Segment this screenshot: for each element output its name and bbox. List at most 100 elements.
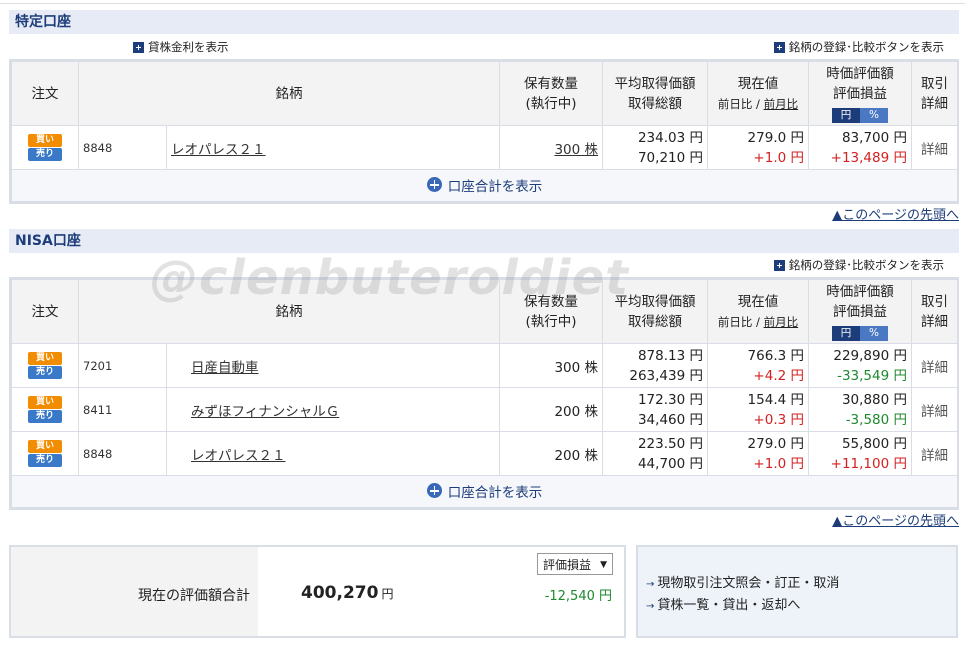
table-row: 買い 売り 8848 レオパレス２１ 200 株 223.50 円 44,700 … xyxy=(11,431,958,476)
plus-icon xyxy=(773,41,785,53)
order-cell: 買い 売り xyxy=(11,343,79,388)
unit-yen-button[interactable]: 円 xyxy=(832,325,860,341)
show-account-total-button[interactable]: 口座合計を表示 xyxy=(426,481,542,501)
shares-value: 200 株 xyxy=(499,387,603,432)
detail-link[interactable]: 詳細 xyxy=(911,343,958,388)
stock-code: 8848 xyxy=(78,431,167,476)
unit-yen-button[interactable]: 円 xyxy=(832,107,860,123)
unit-percent-button[interactable]: % xyxy=(860,107,888,123)
detail-link[interactable]: 詳細 xyxy=(911,431,958,476)
buy-button[interactable]: 買い xyxy=(28,134,62,147)
holdings-table-tokutei: 注文 銘柄 保有数量 (執行中) 平均取得価額 取得総額 現在値 前日比 / 前月比… xyxy=(9,59,959,204)
holdings-table-nisa: 注文 銘柄 保有数量 (執行中) 平均取得価額 取得総額 現在値 前日比 / 前月比… xyxy=(9,277,959,510)
buy-button[interactable]: 買い xyxy=(28,352,62,365)
unit-percent-button[interactable]: % xyxy=(860,325,888,341)
price-cell: 279.0 円 +1.0 円 xyxy=(707,431,809,476)
arrow-right-icon: → xyxy=(646,579,655,590)
order-inquiry-link[interactable]: → 現物取引注文照会・訂正・取消 xyxy=(646,573,956,595)
pl-select[interactable]: 評価損益 ▼ xyxy=(537,553,613,575)
header-avg-price: 平均取得価額 取得総額 xyxy=(602,61,708,126)
header-name: 銘柄 xyxy=(78,61,500,126)
buy-button[interactable]: 買い xyxy=(28,396,62,409)
stock-name-link[interactable]: みずほフィナンシャルＧ xyxy=(191,404,339,420)
header-detail: 取引 詳細 xyxy=(911,61,958,126)
sell-button[interactable]: 売り xyxy=(28,410,62,423)
stock-name-cell: レオパレス２１ xyxy=(166,431,500,476)
table-row: 買い 売り 8411 みずほフィナンシャルＧ 200 株 172.30 円 34,… xyxy=(11,387,958,432)
shares-link[interactable]: 300 株 xyxy=(499,125,603,170)
market-value-cell: 55,800 円 +11,100 円 xyxy=(808,431,912,476)
show-account-total-button[interactable]: 口座合計を表示 xyxy=(426,175,542,195)
avg-price-cell: 234.03 円 70,210 円 xyxy=(602,125,708,170)
avg-price-cell: 172.30 円 34,460 円 xyxy=(602,387,708,432)
quick-links-box: → 現物取引注文照会・訂正・取消 → 貸株一覧・貸出・返却へ xyxy=(636,545,958,638)
section-title-nisa: NISA口座 xyxy=(9,229,959,253)
section-title-tokutei: 特定口座 xyxy=(9,10,959,34)
stock-name-cell: 日産自動車 xyxy=(166,343,500,388)
header-market-value: 時価評価額 評価損益 円% xyxy=(808,61,912,126)
page-top-link[interactable]: ▲このページの先頭へ xyxy=(832,510,959,529)
header-avg-price: 平均取得価額 取得総額 xyxy=(602,279,708,344)
plus-icon xyxy=(133,41,144,53)
toggle-compare-buttons[interactable]: 銘柄の登録･比較ボタンを表示 xyxy=(773,39,944,55)
header-shares: 保有数量 (執行中) xyxy=(499,61,603,126)
market-value-cell: 83,700 円 +13,489 円 xyxy=(808,125,912,170)
shares-value: 200 株 xyxy=(499,431,603,476)
unit-toggle[interactable]: 円% xyxy=(832,325,888,341)
header-order: 注文 xyxy=(11,279,79,344)
order-cell: 買い 売り xyxy=(11,431,79,476)
header-market-value: 時価評価額 評価損益 円% xyxy=(808,279,912,344)
header-order: 注文 xyxy=(11,61,79,126)
total-value: 400,270 円 xyxy=(301,583,394,603)
market-value-cell: 30,880 円 -3,580 円 xyxy=(808,387,912,432)
arrow-right-icon: → xyxy=(646,601,655,612)
avg-price-cell: 878.13 円 263,439 円 xyxy=(602,343,708,388)
order-cell: 買い 売り xyxy=(11,387,79,432)
total-pl: -12,540 円 xyxy=(544,589,612,604)
stock-name-link[interactable]: レオパレス２１ xyxy=(171,142,266,158)
month-change-link[interactable]: 前月比 xyxy=(764,315,799,329)
plus-circle-icon xyxy=(426,483,442,499)
avg-price-cell: 223.50 円 44,700 円 xyxy=(602,431,708,476)
sell-button[interactable]: 売り xyxy=(28,454,62,467)
header-price: 現在値 前日比 / 前月比 xyxy=(707,61,809,126)
stock-name-link[interactable]: レオパレス２１ xyxy=(191,448,286,464)
market-value-cell: 229,890 円 -33,549 円 xyxy=(808,343,912,388)
dropdown-arrow-icon: ▼ xyxy=(600,560,607,570)
month-change-link[interactable]: 前月比 xyxy=(764,97,799,111)
toggle-compare-buttons[interactable]: 銘柄の登録･比較ボタンを表示 xyxy=(773,257,944,273)
stock-code: 8411 xyxy=(78,387,167,432)
plus-icon xyxy=(773,259,785,271)
stock-name-link[interactable]: 日産自動車 xyxy=(191,360,259,376)
stock-name-cell: みずほフィナンシャルＧ xyxy=(166,387,500,432)
total-valuation-box: 現在の評価額合計 400,270 円 評価損益 ▼ -12,540 円 xyxy=(9,545,626,638)
top-divider xyxy=(0,3,965,4)
table-row: 買い 売り 8848 レオパレス２１ 300 株 234.03 円 70,210 … xyxy=(11,125,958,170)
stock-code: 7201 xyxy=(78,343,167,388)
detail-link[interactable]: 詳細 xyxy=(911,125,958,170)
toggle-lending-rate[interactable]: 貸株金利を表示 xyxy=(133,39,229,55)
sell-button[interactable]: 売り xyxy=(28,366,62,379)
lending-list-link[interactable]: → 貸株一覧・貸出・返却へ xyxy=(646,595,956,617)
header-price: 現在値 前日比 / 前月比 xyxy=(707,279,809,344)
header-name: 銘柄 xyxy=(78,279,500,344)
buy-button[interactable]: 買い xyxy=(28,440,62,453)
account-sum-row: 口座合計を表示 xyxy=(11,169,958,202)
page-top-link[interactable]: ▲このページの先頭へ xyxy=(832,204,959,223)
price-cell: 766.3 円 +4.2 円 xyxy=(707,343,809,388)
sell-button[interactable]: 売り xyxy=(28,148,62,161)
price-cell: 279.0 円 +1.0 円 xyxy=(707,125,809,170)
price-cell: 154.4 円 +0.3 円 xyxy=(707,387,809,432)
account-sum-row: 口座合計を表示 xyxy=(11,475,958,508)
total-label-panel: 現在の評価額合計 xyxy=(11,547,258,636)
detail-link[interactable]: 詳細 xyxy=(911,387,958,432)
total-label: 現在の評価額合計 xyxy=(138,588,250,604)
unit-toggle[interactable]: 円% xyxy=(832,107,888,123)
order-cell: 買い 売り xyxy=(11,125,79,170)
plus-circle-icon xyxy=(426,177,442,193)
shares-value: 300 株 xyxy=(499,343,603,388)
header-shares: 保有数量 (執行中) xyxy=(499,279,603,344)
stock-code: 8848 xyxy=(78,125,167,170)
header-detail: 取引 詳細 xyxy=(911,279,958,344)
stock-name-cell: レオパレス２１ xyxy=(166,125,500,170)
